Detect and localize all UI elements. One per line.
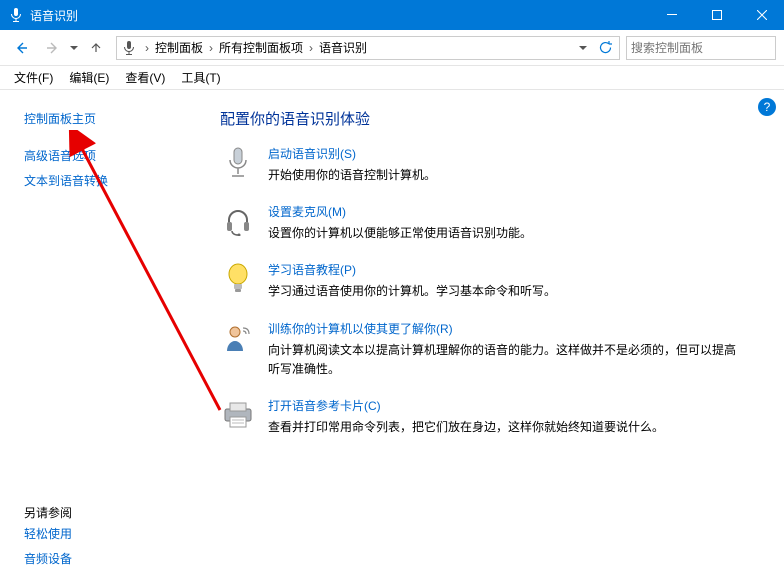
option-desc: 开始使用你的语音控制计算机。 [268,166,436,185]
history-dropdown-button[interactable] [573,38,593,58]
back-button[interactable] [8,34,36,62]
maximize-button[interactable] [694,0,739,30]
printer-icon [220,397,256,433]
link-tutorial[interactable]: 学习语音教程(P) [268,263,356,277]
option-start-speech: 启动语音识别(S) 开始使用你的语音控制计算机。 [220,145,744,185]
sidebar-audio-devices[interactable]: 音频设备 [24,546,192,571]
chevron-right-icon[interactable]: › [305,41,317,55]
see-also-heading: 另请参阅 [24,504,192,521]
help-button[interactable]: ? [758,98,776,116]
microphone-icon [8,7,24,23]
microphone-icon [121,40,137,56]
minimize-button[interactable] [649,0,694,30]
chevron-right-icon[interactable]: › [141,41,153,55]
sidebar-tts[interactable]: 文本到语音转换 [24,168,192,193]
chevron-down-icon[interactable] [70,41,78,55]
lightbulb-icon [220,261,256,297]
content: ? 配置你的语音识别体验 启动语音识别(S) 开始使用你的语音控制计算机。 设置… [200,90,784,579]
breadcrumb-seg[interactable]: 控制面板 [153,39,205,56]
option-train: 训练你的计算机以使其更了解你(R) 向计算机阅读文本以提高计算机理解你的语音的能… [220,320,744,379]
option-tutorial: 学习语音教程(P) 学习通过语音使用你的计算机。学习基本命令和听写。 [220,261,744,301]
option-desc: 向计算机阅读文本以提高计算机理解你的语音的能力。这样做并不是必须的，但可以提高听… [268,341,744,379]
headset-icon [220,203,256,239]
option-desc: 设置你的计算机以便能够正常使用语音识别功能。 [268,224,532,243]
refresh-button[interactable] [595,38,615,58]
chevron-right-icon[interactable]: › [205,41,217,55]
link-train[interactable]: 训练你的计算机以使其更了解你(R) [268,322,453,336]
titlebar: 语音识别 [0,0,784,30]
menu-file[interactable]: 文件(F) [8,67,59,88]
sidebar: 控制面板主页 高级语音选项 文本到语音转换 另请参阅 轻松使用 音频设备 [0,90,200,579]
sidebar-home[interactable]: 控制面板主页 [24,106,192,131]
option-desc: 学习通过语音使用你的计算机。学习基本命令和听写。 [268,282,556,301]
sidebar-ease-of-access[interactable]: 轻松使用 [24,521,192,546]
menu-tools[interactable]: 工具(T) [175,67,226,88]
window-controls [649,0,784,30]
link-setup-mic[interactable]: 设置麦克风(M) [268,205,346,219]
body: 控制面板主页 高级语音选项 文本到语音转换 另请参阅 轻松使用 音频设备 ? 配… [0,90,784,579]
menubar: 文件(F) 编辑(E) 查看(V) 工具(T) [0,66,784,90]
window-title: 语音识别 [30,7,649,24]
breadcrumb-seg[interactable]: 语音识别 [317,39,369,56]
breadcrumb-seg[interactable]: 所有控制面板项 [217,39,305,56]
sidebar-advanced-speech[interactable]: 高级语音选项 [24,143,192,168]
person-speaking-icon [220,320,256,356]
up-button[interactable] [82,34,110,62]
menu-view[interactable]: 查看(V) [119,67,171,88]
menu-edit[interactable]: 编辑(E) [63,67,115,88]
search-input[interactable] [631,41,784,55]
microphone-icon [220,145,256,181]
link-reference-card[interactable]: 打开语音参考卡片(C) [268,399,381,413]
close-button[interactable] [739,0,784,30]
forward-button[interactable] [38,34,66,62]
page-heading: 配置你的语音识别体验 [220,108,744,129]
navbar: › 控制面板 › 所有控制面板项 › 语音识别 [0,30,784,66]
option-setup-mic: 设置麦克风(M) 设置你的计算机以便能够正常使用语音识别功能。 [220,203,744,243]
search-box[interactable] [626,36,776,60]
address-bar[interactable]: › 控制面板 › 所有控制面板项 › 语音识别 [116,36,620,60]
option-reference-card: 打开语音参考卡片(C) 查看并打印常用命令列表，把它们放在身边，这样你就始终知道… [220,397,744,437]
option-desc: 查看并打印常用命令列表，把它们放在身边，这样你就始终知道要说什么。 [268,418,664,437]
link-start-speech[interactable]: 启动语音识别(S) [268,147,356,161]
